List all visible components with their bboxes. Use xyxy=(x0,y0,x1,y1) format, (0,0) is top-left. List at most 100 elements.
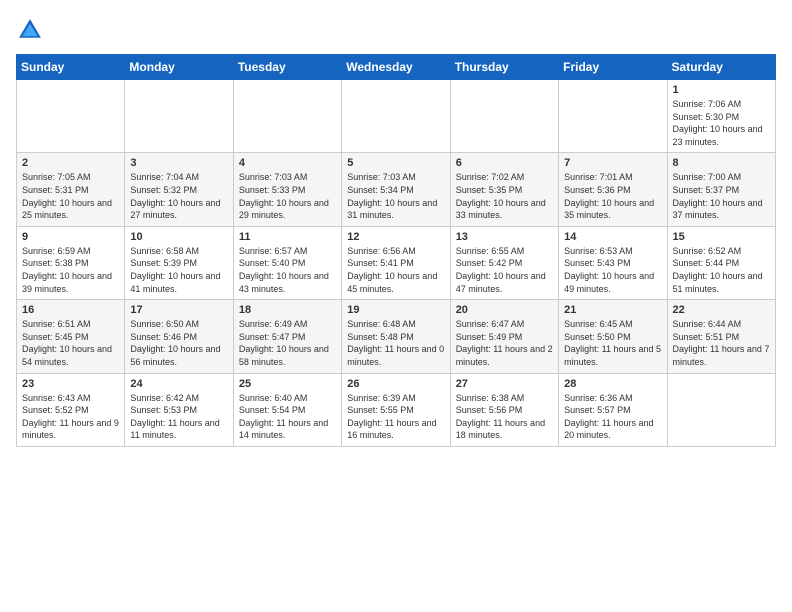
calendar-cell: 13 Sunrise: 6:55 AM Sunset: 5:42 PM Dayli… xyxy=(450,226,558,299)
calendar-header: SundayMondayTuesdayWednesdayThursdayFrid… xyxy=(17,55,776,80)
day-number: 20 xyxy=(456,304,553,316)
weekday-header-tuesday: Tuesday xyxy=(233,55,341,80)
day-info: Sunrise: 6:51 AM Sunset: 5:45 PM Dayligh… xyxy=(22,318,119,368)
day-number: 7 xyxy=(564,157,661,169)
day-number: 28 xyxy=(564,378,661,390)
day-number: 5 xyxy=(347,157,444,169)
calendar-table: SundayMondayTuesdayWednesdayThursdayFrid… xyxy=(16,54,776,447)
calendar-cell xyxy=(17,80,125,153)
day-number: 14 xyxy=(564,231,661,243)
calendar-cell: 11 Sunrise: 6:57 AM Sunset: 5:40 PM Dayli… xyxy=(233,226,341,299)
weekday-header-friday: Friday xyxy=(559,55,667,80)
day-info: Sunrise: 7:05 AM Sunset: 5:31 PM Dayligh… xyxy=(22,171,119,221)
calendar-cell: 2 Sunrise: 7:05 AM Sunset: 5:31 PM Daylig… xyxy=(17,153,125,226)
calendar-cell: 8Sunrise: 7:00 AM Sunset: 5:37 PM Daylig… xyxy=(667,153,775,226)
calendar-cell: 12 Sunrise: 6:56 AM Sunset: 5:41 PM Dayli… xyxy=(342,226,450,299)
weekday-header-saturday: Saturday xyxy=(667,55,775,80)
day-number: 9 xyxy=(22,231,119,243)
calendar-body: 1 Sunrise: 7:06 AM Sunset: 5:30 PM Daylig… xyxy=(17,80,776,447)
calendar-cell: 7 Sunrise: 7:01 AM Sunset: 5:36 PM Daylig… xyxy=(559,153,667,226)
day-number: 21 xyxy=(564,304,661,316)
day-info: Sunrise: 6:45 AM Sunset: 5:50 PM Dayligh… xyxy=(564,318,661,368)
calendar-cell: 14 Sunrise: 6:53 AM Sunset: 5:43 PM Dayli… xyxy=(559,226,667,299)
calendar-cell xyxy=(233,80,341,153)
day-number: 27 xyxy=(456,378,553,390)
page-header xyxy=(16,16,776,44)
calendar-cell: 22 Sunrise: 6:44 AM Sunset: 5:51 PM Dayli… xyxy=(667,300,775,373)
day-info: Sunrise: 6:38 AM Sunset: 5:56 PM Dayligh… xyxy=(456,392,553,442)
calendar-cell: 26 Sunrise: 6:39 AM Sunset: 5:55 PM Dayli… xyxy=(342,373,450,446)
day-number: 23 xyxy=(22,378,119,390)
day-info: Sunrise: 6:49 AM Sunset: 5:47 PM Dayligh… xyxy=(239,318,336,368)
calendar-cell: 3Sunrise: 7:04 AM Sunset: 5:32 PM Daylig… xyxy=(125,153,233,226)
calendar-cell: 16 Sunrise: 6:51 AM Sunset: 5:45 PM Dayli… xyxy=(17,300,125,373)
day-number: 18 xyxy=(239,304,336,316)
weekday-header-wednesday: Wednesday xyxy=(342,55,450,80)
day-info: Sunrise: 6:59 AM Sunset: 5:38 PM Dayligh… xyxy=(22,245,119,295)
calendar-cell: 18 Sunrise: 6:49 AM Sunset: 5:47 PM Dayli… xyxy=(233,300,341,373)
day-info: Sunrise: 6:47 AM Sunset: 5:49 PM Dayligh… xyxy=(456,318,553,368)
calendar-cell xyxy=(450,80,558,153)
day-number: 12 xyxy=(347,231,444,243)
day-info: Sunrise: 7:06 AM Sunset: 5:30 PM Dayligh… xyxy=(673,98,770,148)
day-info: Sunrise: 6:39 AM Sunset: 5:55 PM Dayligh… xyxy=(347,392,444,442)
day-info: Sunrise: 6:57 AM Sunset: 5:40 PM Dayligh… xyxy=(239,245,336,295)
day-info: Sunrise: 6:43 AM Sunset: 5:52 PM Dayligh… xyxy=(22,392,119,442)
day-info: Sunrise: 7:03 AM Sunset: 5:34 PM Dayligh… xyxy=(347,171,444,221)
weekday-header-thursday: Thursday xyxy=(450,55,558,80)
day-info: Sunrise: 6:55 AM Sunset: 5:42 PM Dayligh… xyxy=(456,245,553,295)
day-number: 25 xyxy=(239,378,336,390)
weekday-header-monday: Monday xyxy=(125,55,233,80)
day-info: Sunrise: 7:01 AM Sunset: 5:36 PM Dayligh… xyxy=(564,171,661,221)
day-info: Sunrise: 7:04 AM Sunset: 5:32 PM Dayligh… xyxy=(130,171,227,221)
day-number: 13 xyxy=(456,231,553,243)
calendar-cell xyxy=(125,80,233,153)
day-info: Sunrise: 6:58 AM Sunset: 5:39 PM Dayligh… xyxy=(130,245,227,295)
logo-icon xyxy=(16,16,44,44)
day-info: Sunrise: 6:40 AM Sunset: 5:54 PM Dayligh… xyxy=(239,392,336,442)
week-row-1: 1 Sunrise: 7:06 AM Sunset: 5:30 PM Daylig… xyxy=(17,80,776,153)
day-info: Sunrise: 6:52 AM Sunset: 5:44 PM Dayligh… xyxy=(673,245,770,295)
day-info: Sunrise: 7:02 AM Sunset: 5:35 PM Dayligh… xyxy=(456,171,553,221)
day-info: Sunrise: 6:56 AM Sunset: 5:41 PM Dayligh… xyxy=(347,245,444,295)
week-row-3: 9 Sunrise: 6:59 AM Sunset: 5:38 PM Daylig… xyxy=(17,226,776,299)
week-row-2: 2 Sunrise: 7:05 AM Sunset: 5:31 PM Daylig… xyxy=(17,153,776,226)
calendar-cell: 21 Sunrise: 6:45 AM Sunset: 5:50 PM Dayli… xyxy=(559,300,667,373)
day-info: Sunrise: 6:48 AM Sunset: 5:48 PM Dayligh… xyxy=(347,318,444,368)
calendar-cell: 9 Sunrise: 6:59 AM Sunset: 5:38 PM Daylig… xyxy=(17,226,125,299)
calendar-cell: 27 Sunrise: 6:38 AM Sunset: 5:56 PM Dayli… xyxy=(450,373,558,446)
day-number: 6 xyxy=(456,157,553,169)
day-info: Sunrise: 6:44 AM Sunset: 5:51 PM Dayligh… xyxy=(673,318,770,368)
logo xyxy=(16,16,48,44)
calendar-cell: 20 Sunrise: 6:47 AM Sunset: 5:49 PM Dayli… xyxy=(450,300,558,373)
day-number: 10 xyxy=(130,231,227,243)
day-number: 1 xyxy=(673,84,770,96)
calendar-cell: 17 Sunrise: 6:50 AM Sunset: 5:46 PM Dayli… xyxy=(125,300,233,373)
calendar-cell: 24 Sunrise: 6:42 AM Sunset: 5:53 PM Dayli… xyxy=(125,373,233,446)
day-number: 15 xyxy=(673,231,770,243)
calendar-cell: 5 Sunrise: 7:03 AM Sunset: 5:34 PM Daylig… xyxy=(342,153,450,226)
day-number: 11 xyxy=(239,231,336,243)
calendar-cell: 6 Sunrise: 7:02 AM Sunset: 5:35 PM Daylig… xyxy=(450,153,558,226)
day-info: Sunrise: 6:36 AM Sunset: 5:57 PM Dayligh… xyxy=(564,392,661,442)
day-number: 17 xyxy=(130,304,227,316)
day-number: 24 xyxy=(130,378,227,390)
day-info: Sunrise: 6:53 AM Sunset: 5:43 PM Dayligh… xyxy=(564,245,661,295)
calendar-cell: 1 Sunrise: 7:06 AM Sunset: 5:30 PM Daylig… xyxy=(667,80,775,153)
day-info: Sunrise: 6:50 AM Sunset: 5:46 PM Dayligh… xyxy=(130,318,227,368)
day-number: 22 xyxy=(673,304,770,316)
calendar-cell: 15 Sunrise: 6:52 AM Sunset: 5:44 PM Dayli… xyxy=(667,226,775,299)
day-info: Sunrise: 6:42 AM Sunset: 5:53 PM Dayligh… xyxy=(130,392,227,442)
calendar-cell: 28 Sunrise: 6:36 AM Sunset: 5:57 PM Dayli… xyxy=(559,373,667,446)
calendar-cell: 10 Sunrise: 6:58 AM Sunset: 5:39 PM Dayli… xyxy=(125,226,233,299)
calendar-cell xyxy=(667,373,775,446)
calendar-cell xyxy=(559,80,667,153)
day-number: 16 xyxy=(22,304,119,316)
weekday-header-row: SundayMondayTuesdayWednesdayThursdayFrid… xyxy=(17,55,776,80)
day-number: 26 xyxy=(347,378,444,390)
weekday-header-sunday: Sunday xyxy=(17,55,125,80)
day-number: 8 xyxy=(673,157,770,169)
day-number: 2 xyxy=(22,157,119,169)
calendar-cell xyxy=(342,80,450,153)
calendar-cell: 23 Sunrise: 6:43 AM Sunset: 5:52 PM Dayli… xyxy=(17,373,125,446)
